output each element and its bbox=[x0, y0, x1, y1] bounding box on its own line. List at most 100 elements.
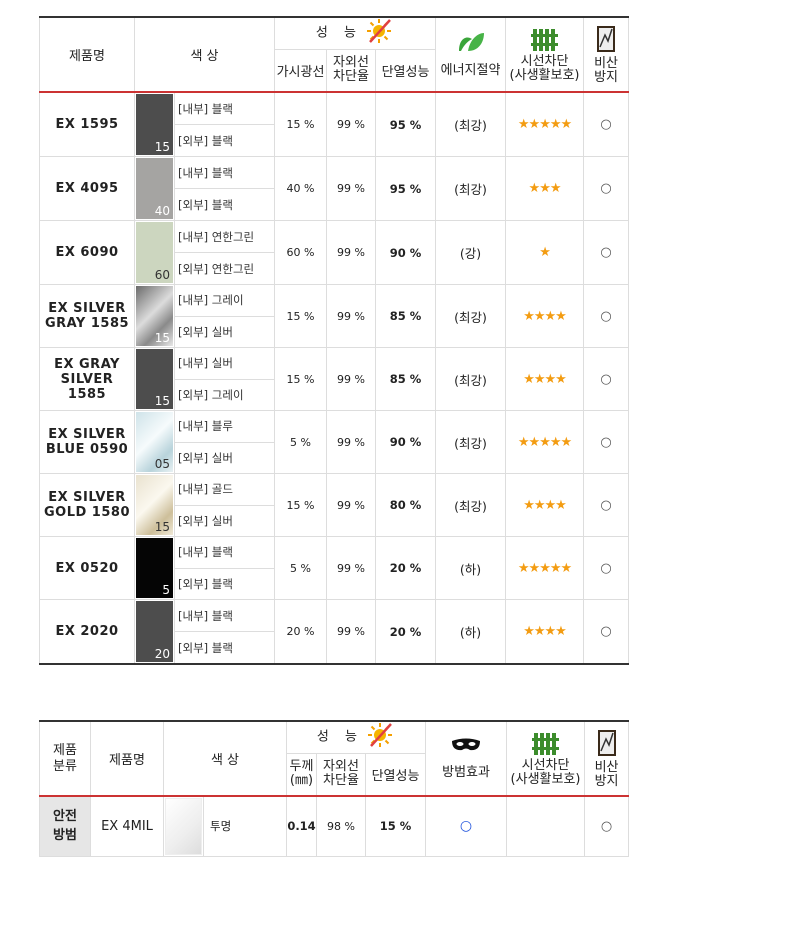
header-color-2: 색 상 bbox=[163, 720, 287, 797]
privacy-stars: ★★★★★ bbox=[505, 410, 585, 474]
shatter-label-2: 비산 방지 bbox=[594, 759, 619, 789]
product-name: EX 4095 bbox=[39, 156, 135, 221]
inner-color: [내부] 블랙 bbox=[174, 536, 275, 569]
performance-label-2: 성 능 bbox=[316, 729, 363, 745]
swatch-number: 40 bbox=[154, 204, 170, 218]
shatter-label: 비산 방지 bbox=[594, 55, 618, 85]
mask-icon bbox=[427, 737, 506, 757]
insulation-value: 80 % bbox=[374, 473, 437, 537]
fence-icon bbox=[508, 731, 584, 759]
shatter-value: ○ bbox=[583, 599, 630, 665]
privacy-stars: ★★★★★ bbox=[505, 91, 585, 157]
outer-color: [외부] 그레이 bbox=[174, 378, 275, 411]
product-table: 제품명 색 상 성 능 에너지절약 시선차단 (사생활보호) 비산 방지 가시광… bbox=[39, 16, 630, 665]
window-icon bbox=[585, 25, 628, 57]
inner-color: [내부] 그레이 bbox=[174, 284, 275, 317]
color-swatch: 20 bbox=[134, 599, 175, 665]
privacy-stars: ★★★★ bbox=[505, 347, 585, 411]
thickness-value: 0.14 bbox=[286, 795, 317, 857]
insulation-value: 15 % bbox=[364, 795, 427, 857]
header-shatter-2: 비산 방지 bbox=[584, 720, 630, 797]
shatter-value: ○ bbox=[584, 795, 630, 857]
visible-light-value: 15 % bbox=[274, 91, 327, 157]
visible-light-value: 15 % bbox=[274, 347, 327, 411]
energy-value: (하) bbox=[435, 536, 507, 600]
energy-value: (최강) bbox=[435, 473, 507, 537]
uv-value: 98 % bbox=[316, 795, 366, 857]
color-label: 투명 bbox=[203, 795, 287, 857]
product-name: EX SILVER GRAY 1585 bbox=[39, 284, 135, 348]
color-swatch: 15 bbox=[134, 473, 175, 537]
header-performance-2: 성 능 bbox=[285, 720, 427, 754]
product-name: EX 4MIL bbox=[90, 795, 164, 857]
swatch-number: 05 bbox=[154, 457, 170, 471]
inner-color: [내부] 실버 bbox=[174, 347, 275, 380]
outer-color: [외부] 실버 bbox=[174, 315, 275, 348]
swatch-number: 15 bbox=[154, 140, 170, 154]
safety-product-table: 제품 분류 제품명 색 상 성 능 방범효과 시선차단 (사생활보호) 비산 방 bbox=[39, 720, 630, 857]
privacy-stars: ★★★★ bbox=[505, 473, 585, 537]
inner-color: [내부] 연한그린 bbox=[174, 220, 275, 253]
visible-light-value: 15 % bbox=[274, 284, 327, 348]
uv-value: 99 % bbox=[326, 473, 376, 537]
uv-value: 99 % bbox=[326, 284, 376, 348]
energy-value: (강) bbox=[435, 220, 507, 285]
uv-value: 99 % bbox=[326, 347, 376, 411]
outer-color: [외부] 블랙 bbox=[174, 124, 275, 157]
uv-value: 99 % bbox=[326, 599, 376, 665]
header-performance: 성 능 bbox=[273, 16, 437, 50]
uv-value: 99 % bbox=[326, 536, 376, 600]
color-swatch: 40 bbox=[134, 156, 175, 221]
header-energy-saving: 에너지절약 bbox=[435, 16, 507, 93]
color-swatch: 15 bbox=[134, 91, 175, 157]
inner-color: [내부] 블랙 bbox=[174, 91, 275, 125]
performance-label: 성 능 bbox=[315, 25, 362, 41]
color-swatch: 15 bbox=[134, 284, 175, 348]
outer-color: [외부] 블랙 bbox=[174, 631, 275, 665]
product-name: EX 2020 bbox=[39, 599, 135, 665]
visible-light-value: 60 % bbox=[274, 220, 327, 285]
inner-color: [내부] 블루 bbox=[174, 410, 275, 443]
header-product-name: 제품명 bbox=[39, 16, 135, 93]
inner-color: [내부] 블랙 bbox=[174, 156, 275, 189]
energy-saving-label: 에너지절약 bbox=[440, 63, 501, 78]
insulation-value: 95 % bbox=[374, 91, 437, 157]
header-insulation-2: 단열성능 bbox=[364, 752, 427, 797]
product-name: EX 1595 bbox=[39, 91, 135, 157]
insulation-value: 95 % bbox=[374, 156, 437, 221]
visible-light-value: 5 % bbox=[274, 536, 327, 600]
shatter-value: ○ bbox=[583, 536, 630, 600]
energy-value: (최강) bbox=[435, 91, 507, 157]
header-crime-prevention: 방범효과 bbox=[425, 720, 508, 797]
table-row: EX SILVER GOLD 1580 15 [내부] 골드 15 % 99 %… bbox=[39, 473, 630, 537]
header-category: 제품 분류 bbox=[39, 720, 91, 797]
header-shatter: 비산 방지 bbox=[583, 16, 630, 93]
uv-value: 99 % bbox=[326, 91, 376, 157]
insulation-value: 85 % bbox=[374, 347, 437, 411]
sun-icon bbox=[367, 722, 395, 752]
insulation-value: 90 % bbox=[374, 220, 437, 285]
header-color: 색 상 bbox=[134, 16, 275, 93]
energy-value: (최강) bbox=[435, 284, 507, 348]
swatch-number: 15 bbox=[154, 331, 170, 345]
header-visible-light: 가시광선 bbox=[274, 48, 327, 93]
privacy-label-2: 시선차단 (사생활보호) bbox=[510, 757, 581, 787]
energy-value: (하) bbox=[435, 599, 507, 665]
product-name: EX 6090 bbox=[39, 220, 135, 285]
shatter-value: ○ bbox=[583, 91, 630, 157]
table-row: EX GRAY SILVER 1585 15 [내부] 실버 15 % 99 %… bbox=[39, 347, 630, 411]
product-name: EX SILVER BLUE 0590 bbox=[39, 410, 135, 474]
color-swatch: 05 bbox=[134, 410, 175, 474]
product-name: EX GRAY SILVER 1585 bbox=[39, 347, 135, 411]
privacy-stars: ★★★★ bbox=[505, 284, 585, 348]
crime-value: ○ bbox=[425, 795, 508, 857]
insulation-value: 20 % bbox=[374, 536, 437, 600]
color-swatch: 60 bbox=[134, 220, 175, 285]
privacy-stars: ★ bbox=[505, 220, 585, 285]
header-thickness: 두께 (㎜) bbox=[286, 752, 317, 797]
inner-color: [내부] 골드 bbox=[174, 473, 275, 506]
uv-value: 99 % bbox=[326, 410, 376, 474]
table-row: EX 2020 20 [내부] 블랙 20 % 99 % 20 % (하) ★★… bbox=[39, 599, 630, 665]
shatter-value: ○ bbox=[583, 220, 630, 285]
visible-light-value: 5 % bbox=[274, 410, 327, 474]
